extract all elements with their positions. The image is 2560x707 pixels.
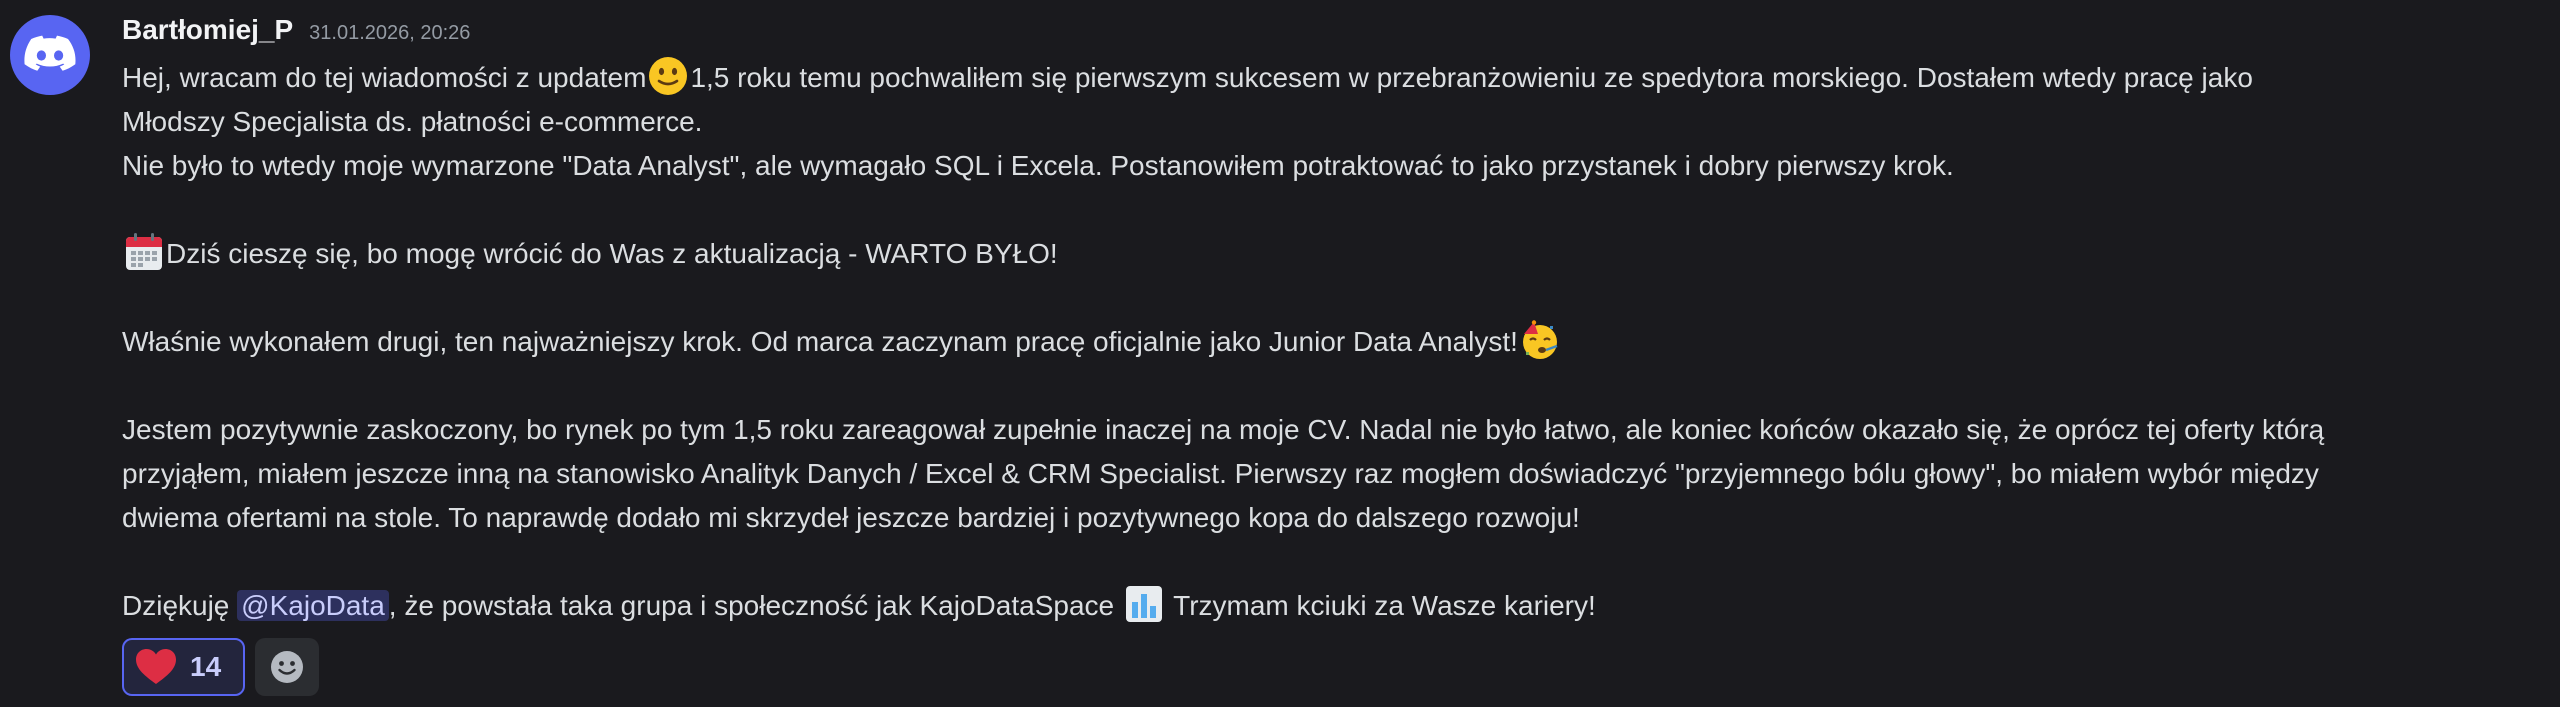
message-line: Hej, wracam do tej wiadomości z updatem 1… [122,56,2530,100]
add-reaction-icon [271,651,304,683]
slightly-smiling-face-icon [649,57,688,95]
message-text: Dziś cieszę się, bo mogę wrócić do Was z… [166,238,1058,269]
message-text: 1,5 roku temu pochwaliłem się pierwszym … [690,62,2253,93]
message-text: Właśnie wykonałem drugi, ten najważniejs… [122,326,1518,357]
reaction-heart[interactable]: 14 [122,638,246,696]
message-timestamp[interactable]: 31.01.2026, 20:26 [309,22,470,45]
message-line: Dziś cieszę się, bo mogę wrócić do Was z… [122,232,2530,276]
message-line: Dziękuję @KajoData, że powstała taka gru… [122,584,2530,628]
message-line: Nie było to wtedy moje wymarzone "Data A… [122,150,1954,181]
reactions-bar: 14 [122,638,2530,696]
bar-chart-icon [1125,586,1162,622]
message-header: Bartłomiej_P 31.01.2026, 20:26 [122,14,2530,48]
message-text: Trzymam kciuki za Wasze kariery! [1165,590,1596,621]
red-heart-icon [136,649,176,684]
user-mention[interactable]: @KajoData [237,590,389,621]
message-content: Hej, wracam do tej wiadomości z updatem 1… [122,56,2530,628]
discord-logo-icon [24,35,76,71]
chat-message: Bartłomiej_P 31.01.2026, 20:26 Hej, wrac… [0,0,2560,707]
message-line: Właśnie wykonałem drugi, ten najważniejs… [122,320,2530,364]
message-line: Jestem pozytywnie zaskoczony, bo rynek p… [122,414,2325,445]
message-line: przyjąłem, miałem jeszcze inną na stanow… [122,458,2319,489]
partying-face-icon [1522,320,1558,359]
author-name[interactable]: Bartłomiej_P [122,14,293,46]
reaction-count: 14 [190,651,222,682]
message-text: , że powstała taka grupa i społeczność j… [388,590,1115,621]
message-line: dwiema ofertami na stole. To naprawdę do… [122,502,1580,533]
message-text: Dziękuję [122,590,230,621]
message-text: Hej, wracam do tej wiadomości z updatem [122,62,647,93]
avatar[interactable] [10,15,90,95]
add-reaction-button[interactable] [255,638,320,696]
message-line: Młodszy Specjalista ds. płatności e-comm… [122,106,703,137]
calendar-icon [126,233,162,270]
